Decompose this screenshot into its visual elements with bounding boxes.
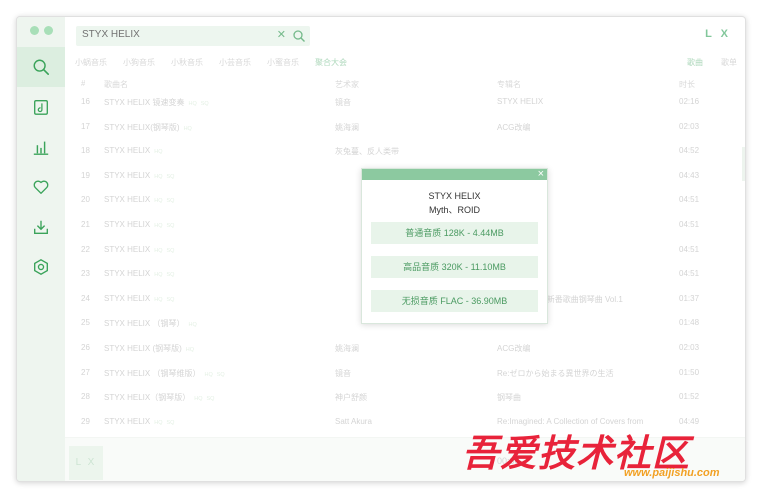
download-icon xyxy=(34,220,48,234)
app-window: STYX HELIX ✕ L X 小蜗音乐 小狗音乐 小秋音乐 小芸音乐 小蜜音… xyxy=(16,16,746,482)
nav-song-list[interactable] xyxy=(17,87,65,127)
search-icon xyxy=(33,59,50,76)
nav-leaderboard[interactable] xyxy=(17,127,65,167)
sidebar xyxy=(17,17,65,481)
chart-bars-icon xyxy=(33,141,49,155)
dialog-song-artist: Myth、ROID xyxy=(428,205,480,215)
quality-lossless-button[interactable]: 无损音质 FLAC - 36.90MB xyxy=(371,290,538,312)
watermark-url: www.paijishu.com xyxy=(624,467,720,479)
quality-high-button[interactable]: 高品音质 320K - 11.10MB xyxy=(371,256,538,278)
settings-icon xyxy=(34,259,48,275)
main-panel: STYX HELIX ✕ L X 小蜗音乐 小狗音乐 小秋音乐 小芸音乐 小蜜音… xyxy=(65,17,745,481)
dialog-header: × xyxy=(362,167,547,181)
heart-icon xyxy=(33,180,49,194)
nav-favorites[interactable] xyxy=(17,167,65,207)
window-minimize-button[interactable] xyxy=(44,26,53,35)
quality-standard-button[interactable]: 普通音质 128K - 4.44MB xyxy=(371,222,538,244)
download-quality-dialog: × STYX HELIX Myth、ROID 普通音质 128K - 4.44M… xyxy=(361,168,548,324)
site-watermark: 吾爱技术社区 www.paijishu.com xyxy=(460,421,756,491)
nav-settings[interactable] xyxy=(17,247,65,287)
close-icon[interactable]: × xyxy=(538,167,544,181)
music-list-icon xyxy=(34,100,48,115)
nav-search[interactable] xyxy=(17,47,65,87)
dialog-song-title: STYX HELIX xyxy=(428,191,481,201)
nav-download[interactable] xyxy=(17,207,65,247)
window-close-button[interactable] xyxy=(30,26,39,35)
